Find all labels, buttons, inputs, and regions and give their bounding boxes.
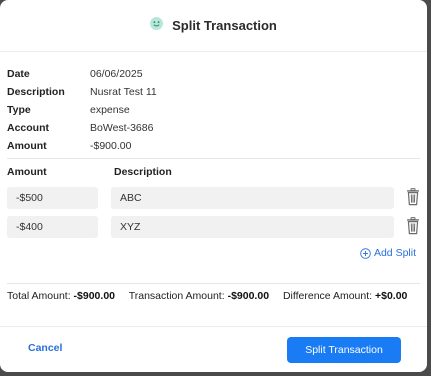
divider xyxy=(0,326,427,327)
difference-amount-value: +$0.00 xyxy=(374,290,408,302)
total-amount-label: Total Amount: xyxy=(7,290,71,302)
plus-circle-icon xyxy=(360,247,371,259)
transaction-amount-label: Transaction Amount: xyxy=(128,290,225,302)
modal-title: Split Transaction xyxy=(172,18,277,33)
split-row: -$400 XYZ xyxy=(7,216,420,238)
smile-face-icon xyxy=(150,17,164,30)
modal-header: Split Transaction xyxy=(0,0,427,52)
detail-value: 06/06/2025 xyxy=(90,68,143,80)
detail-label: Account xyxy=(7,122,49,134)
detail-value: -$900.00 xyxy=(90,140,132,152)
detail-row-type: Type expense xyxy=(7,101,157,119)
split-amount-input[interactable]: -$400 xyxy=(7,216,98,238)
add-split-button[interactable]: Add Split xyxy=(360,247,416,259)
description-column-header: Description xyxy=(114,166,172,178)
detail-row-description: Description Nusrat Test 11 xyxy=(7,83,157,101)
split-description-input[interactable]: ABC xyxy=(111,187,394,209)
totals-summary: Total Amount: -$900.00 Transaction Amoun… xyxy=(7,290,407,302)
detail-label: Date xyxy=(7,68,30,80)
detail-label: Amount xyxy=(7,140,47,152)
detail-row-date: Date 06/06/2025 xyxy=(7,65,157,83)
split-row: -$500 ABC xyxy=(7,187,420,209)
detail-row-amount: Amount -$900.00 xyxy=(7,137,157,155)
add-split-label: Add Split xyxy=(373,247,416,259)
trash-icon[interactable] xyxy=(406,217,420,235)
amount-column-header: Amount xyxy=(7,166,47,178)
split-amount-input[interactable]: -$500 xyxy=(7,187,98,209)
trash-icon[interactable] xyxy=(406,188,420,206)
split-description-input[interactable]: XYZ xyxy=(111,216,394,238)
detail-value: expense xyxy=(90,104,130,116)
split-transaction-modal: Split Transaction Date 06/06/2025 Descri… xyxy=(0,0,427,372)
detail-value: BoWest-3686 xyxy=(90,122,154,134)
detail-label: Description xyxy=(7,86,65,98)
detail-value: Nusrat Test 11 xyxy=(90,86,157,98)
divider xyxy=(7,158,420,159)
detail-label: Type xyxy=(7,104,31,116)
divider xyxy=(7,283,420,284)
total-amount-value: -$900.00 xyxy=(73,290,115,302)
cancel-button[interactable]: Cancel xyxy=(28,342,62,354)
transaction-details: Date 06/06/2025 Description Nusrat Test … xyxy=(7,65,157,155)
transaction-amount-value: -$900.00 xyxy=(227,290,270,302)
difference-amount-label: Difference Amount: xyxy=(282,290,373,302)
detail-row-account: Account BoWest-3686 xyxy=(7,119,157,137)
split-transaction-button[interactable]: Split Transaction xyxy=(287,337,401,363)
